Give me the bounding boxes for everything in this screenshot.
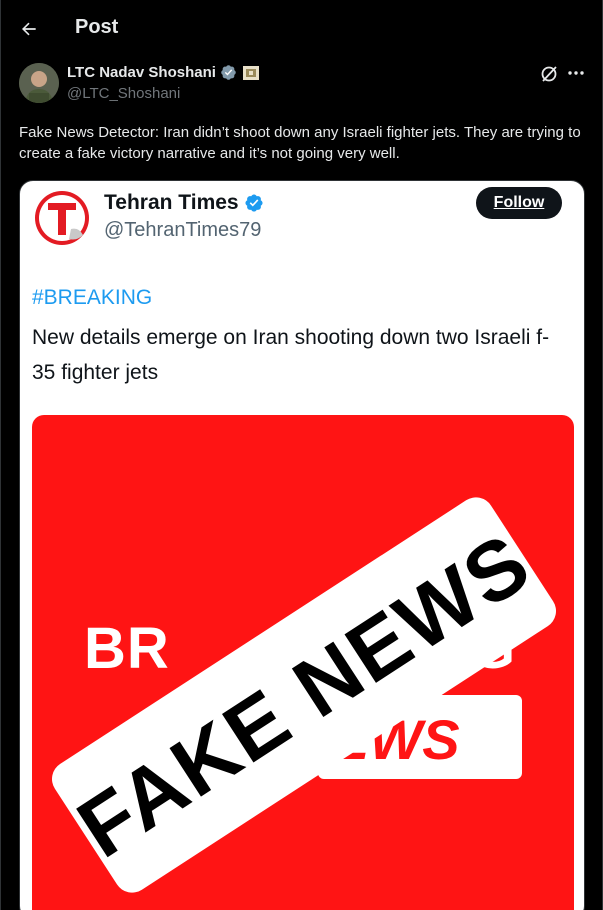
affiliate-badge-icon (242, 65, 259, 80)
post-page: Post LTC Nadav Shoshani @LTC_Shoshani Fa… (0, 0, 603, 910)
hashtag: #BREAKING (32, 286, 153, 309)
follow-label: Follow (493, 194, 545, 211)
author-handle[interactable]: @LTC_Shoshani (67, 85, 180, 102)
post-text: Fake News Detector: Iran didn’t shoot do… (19, 124, 581, 162)
graphic-left-text: BR (84, 616, 170, 681)
embedded-account-name: Tehran Times (104, 191, 239, 214)
embedded-account-handle: @TehranTimes79 (104, 219, 262, 241)
tehran-times-logo (33, 189, 91, 247)
verified-badge-icon (221, 65, 236, 80)
grok-button[interactable] (539, 64, 559, 84)
arrow-left-icon (22, 22, 36, 36)
author-name-row: LTC Nadav Shoshani (67, 64, 259, 81)
breaking-news-graphic: BR G EWS FAKE NEWS (32, 415, 574, 910)
embedded-account-name-row: Tehran Times (104, 191, 264, 215)
page-title: Post (75, 16, 119, 38)
follow-button: Follow (476, 187, 562, 219)
grok-icon (541, 66, 557, 82)
top-bar: Post (1, 0, 603, 56)
post-media-image[interactable]: Tehran Times @TehranTimes79 Follow #BREA… (19, 180, 585, 910)
more-button[interactable] (565, 62, 587, 84)
back-button[interactable] (13, 13, 45, 45)
avatar[interactable] (19, 63, 59, 103)
author-name[interactable]: LTC Nadav Shoshani (67, 64, 216, 81)
verified-badge-icon (245, 194, 263, 212)
more-icon (568, 71, 584, 75)
embedded-tweet-text: New details emerge on Iran shooting down… (32, 326, 550, 384)
